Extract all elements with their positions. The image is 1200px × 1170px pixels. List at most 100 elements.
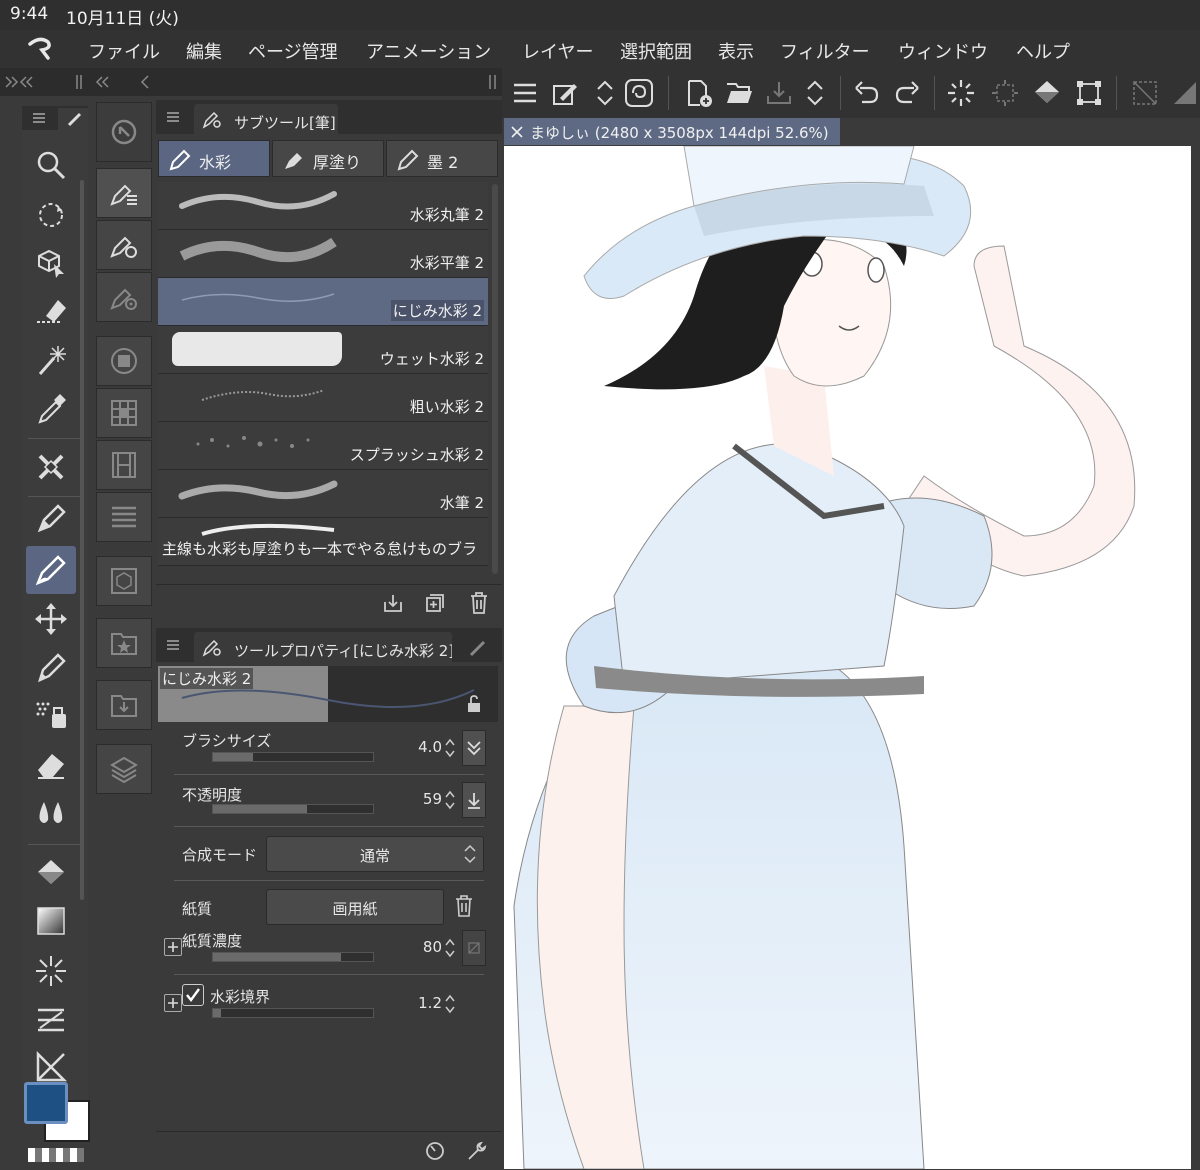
save-button[interactable] — [764, 78, 794, 108]
opacity-slider[interactable] — [212, 804, 374, 814]
menu-page[interactable]: ページ管理 — [248, 38, 338, 64]
brush-list-scrollbar[interactable] — [492, 184, 498, 574]
menu-icon[interactable] — [166, 638, 180, 652]
menu-icon[interactable] — [32, 111, 46, 125]
tool-palette-scrollbar[interactable] — [80, 180, 84, 900]
stepper-icon[interactable] — [444, 936, 456, 960]
chevron-left-icon[interactable] — [138, 74, 152, 90]
subtool-target-group[interactable] — [96, 272, 152, 322]
duplicate-icon[interactable] — [424, 592, 446, 614]
menu-view[interactable]: 表示 — [718, 38, 754, 64]
grip-icon[interactable] — [486, 72, 500, 92]
app-logo-icon[interactable] — [26, 36, 54, 62]
menu-filter[interactable]: フィルター — [780, 38, 870, 64]
menu-selection[interactable]: 選択範囲 — [620, 38, 692, 64]
ruler-tool[interactable] — [34, 1050, 68, 1084]
pencil-tool[interactable] — [34, 650, 68, 684]
subtool-pen-group[interactable] — [96, 168, 152, 218]
menu-help[interactable]: ヘルプ — [1016, 38, 1070, 64]
pressure-dial-icon[interactable] — [424, 1140, 446, 1162]
blend-tool[interactable] — [34, 796, 68, 830]
brush-item-water-brush[interactable]: 水筆 2 — [158, 470, 488, 518]
subtool-search-button[interactable] — [96, 102, 152, 162]
brush-item-round-watercolor[interactable]: 水彩丸筆 2 — [158, 182, 488, 230]
menu-animation[interactable]: アニメーション — [366, 38, 491, 64]
transform-button[interactable] — [1074, 78, 1104, 108]
menu-file[interactable]: ファイル — [88, 38, 160, 64]
blend-mode-dropdown[interactable]: 通常 — [266, 836, 484, 872]
brush-tab-icon[interactable] — [66, 110, 84, 128]
clear-outside-button[interactable] — [990, 78, 1020, 108]
hamburger-menu-button[interactable] — [510, 78, 540, 108]
canvas-tab[interactable]: まゆしぃ (2480 x 3508px 144dpi 52.6%) — [504, 118, 840, 145]
3d-material-panel-button[interactable] — [96, 556, 152, 606]
correct-line-tool[interactable] — [34, 450, 68, 484]
paper-texture-button[interactable]: 画用紙 — [266, 889, 444, 925]
paper-density-slider[interactable] — [212, 952, 374, 962]
clear-button[interactable] — [946, 78, 976, 108]
brush-item-wet-watercolor[interactable]: ウェット水彩 2 — [158, 326, 488, 374]
stepper-icon[interactable] — [444, 992, 456, 1016]
collapse-arrows-icon[interactable] — [4, 74, 44, 90]
frame-border-tool[interactable] — [34, 1002, 68, 1036]
subtool-panel-tab[interactable]: サブツール[筆] — [194, 104, 338, 134]
menu-layer[interactable]: レイヤー — [522, 38, 593, 64]
effect-line-tool[interactable] — [34, 954, 68, 988]
fill-selection-button[interactable] — [1032, 78, 1062, 108]
opacity-pressure-toggle[interactable] — [462, 782, 486, 818]
undo-button[interactable] — [852, 78, 882, 108]
expand-paper-density[interactable] — [164, 938, 182, 956]
pen-tool[interactable] — [34, 502, 68, 536]
zoom-tool[interactable] — [34, 148, 68, 182]
watercolor-edge-value[interactable]: 1.2 — [392, 994, 442, 1012]
menu-icon[interactable] — [166, 110, 180, 124]
layer-property-panel-button[interactable] — [96, 492, 152, 542]
trash-icon[interactable] — [454, 894, 474, 918]
brush-tab-thick-paint[interactable]: 厚塗り — [272, 140, 384, 177]
menu-edit[interactable]: 編集 — [186, 38, 222, 64]
open-file-button[interactable] — [724, 78, 754, 108]
chevron-updown-button[interactable] — [590, 78, 620, 108]
stepper-icon[interactable] — [444, 736, 456, 760]
expand-watercolor-edge[interactable] — [164, 994, 182, 1012]
transparent-color-swatch[interactable] — [28, 1148, 84, 1162]
layer-panel-button[interactable] — [96, 744, 152, 794]
material-download-button[interactable] — [96, 680, 152, 730]
trash-icon[interactable] — [468, 591, 490, 615]
tool-property-tab[interactable]: ツールプロパティ[にじみ水彩 2] — [194, 632, 452, 662]
stepper-icon[interactable] — [444, 788, 456, 812]
brush-tab-ink[interactable]: 墨 2 — [386, 140, 498, 177]
invert-selection-button[interactable] — [1170, 78, 1200, 108]
brush-tab-icon[interactable] — [468, 636, 490, 658]
brush-item-splash-watercolor[interactable]: スプラッシュ水彩 2 — [158, 422, 488, 470]
color-set-panel-button[interactable] — [96, 388, 152, 438]
object-tool[interactable] — [34, 246, 68, 280]
brush-item-flat-watercolor[interactable]: 水彩平筆 2 — [158, 230, 488, 278]
new-file-button[interactable] — [684, 78, 714, 108]
menu-window[interactable]: ウィンドウ — [898, 38, 988, 64]
edit-mode-button[interactable] — [550, 78, 580, 108]
brush-item-rough-watercolor[interactable]: 粗い水彩 2 — [158, 374, 488, 422]
eraser-tool[interactable] — [34, 748, 68, 782]
close-icon[interactable] — [510, 125, 524, 139]
lock-icon[interactable] — [464, 694, 484, 714]
subtool-settings-group[interactable] — [96, 220, 152, 270]
brush-item-custom[interactable]: 主線も水彩も厚塗りも一本でやる怠けものブラ — [158, 518, 488, 566]
airbrush-tool[interactable] — [34, 698, 68, 732]
drawing-canvas[interactable] — [504, 146, 1191, 1169]
selection-eraser-tool[interactable] — [34, 294, 68, 328]
paper-density-toggle[interactable] — [462, 930, 486, 966]
brush-size-slider[interactable] — [212, 752, 374, 762]
main-color-swatch[interactable] — [24, 1082, 68, 1124]
watercolor-edge-checkbox[interactable] — [182, 984, 204, 1006]
wrench-icon[interactable] — [466, 1140, 488, 1162]
eyedropper-tool[interactable] — [34, 392, 68, 426]
material-favorites-button[interactable] — [96, 618, 152, 668]
opacity-value[interactable]: 59 — [392, 790, 442, 808]
brush-tool[interactable] — [26, 546, 76, 594]
fill-tool[interactable] — [34, 856, 68, 890]
brush-item-bleed-watercolor[interactable]: にじみ水彩 2 — [158, 278, 488, 326]
timeline-panel-button[interactable] — [96, 440, 152, 490]
pressure-toggle[interactable] — [462, 730, 486, 766]
clip-studio-button[interactable] — [624, 78, 654, 108]
